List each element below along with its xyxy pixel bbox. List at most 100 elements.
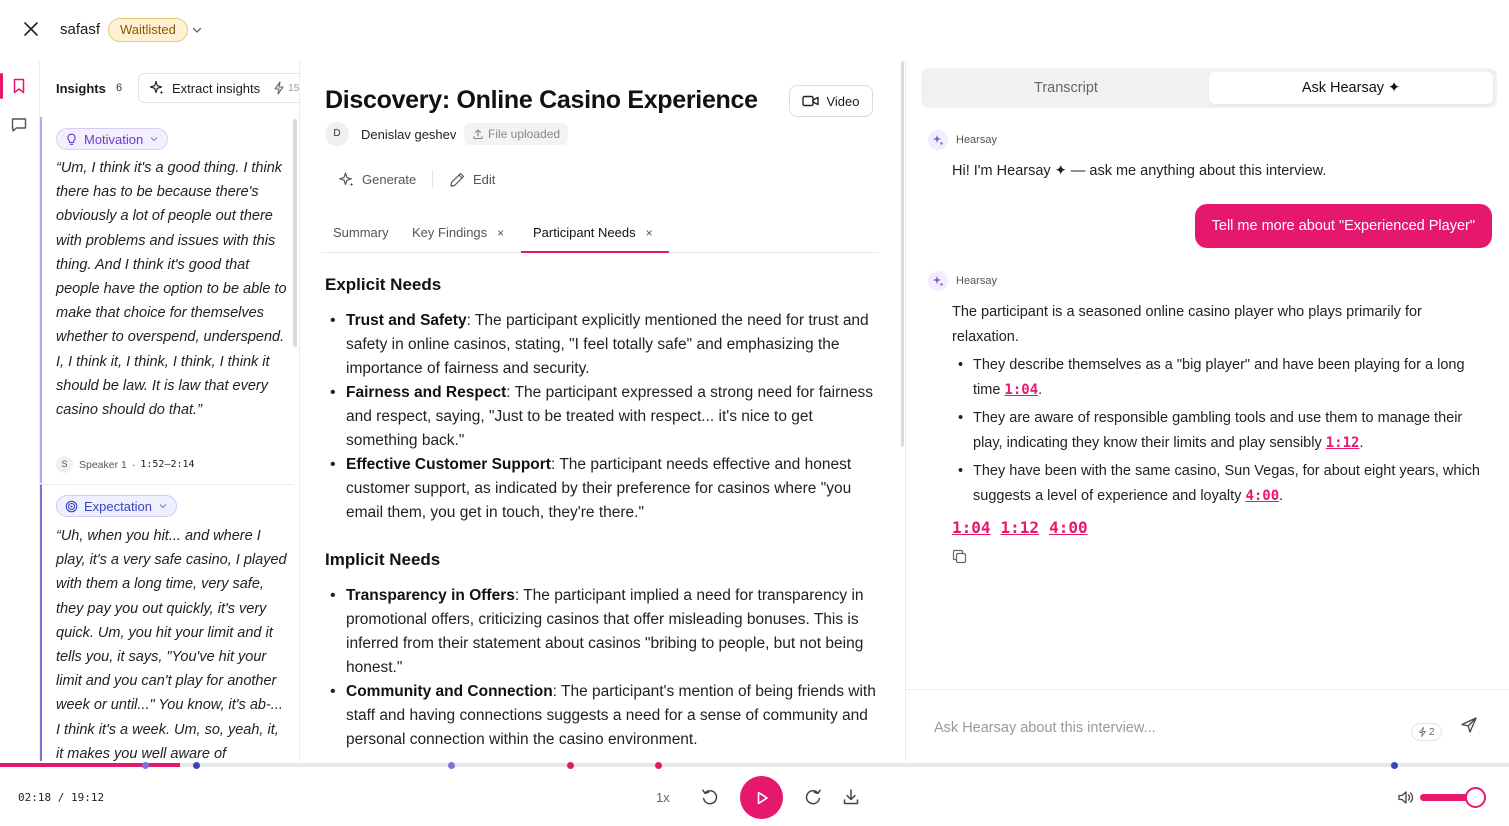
needs-list: Trust and Safety: The participant explic… [325, 309, 877, 525]
timestamp-link[interactable]: 4:00 [1049, 518, 1088, 537]
pencil-icon [450, 172, 465, 187]
top-bar: safasf Waitlisted [0, 0, 1509, 60]
timestamp-link[interactable]: 4:00 [1245, 488, 1279, 504]
extract-insights-button[interactable]: Extract insights 15 [138, 73, 299, 103]
seek-progress[interactable] [0, 763, 180, 767]
close-tab-icon[interactable]: × [497, 217, 504, 249]
list-item: Fairness and Respect: The participant ex… [325, 381, 877, 453]
tab-participant-needs[interactable]: Participant Needs × [521, 217, 669, 253]
need-term: Community and Connection [346, 683, 553, 700]
close-tab-icon[interactable]: × [646, 217, 653, 249]
assistant-segmented-control: Transcript Ask Hearsay ✦ [921, 68, 1497, 108]
seek-track[interactable] [0, 763, 1509, 767]
document-content: Explicit Needs Trust and Safety: The par… [325, 275, 877, 752]
play-button[interactable] [740, 776, 783, 819]
bookmark-icon[interactable] [10, 77, 28, 95]
video-button[interactable]: Video [789, 85, 873, 117]
bot-header: Hearsay [928, 271, 997, 291]
bot-answer: The participant is a seasoned online cas… [952, 300, 1492, 512]
playback-speed-button[interactable]: 1x [656, 790, 670, 805]
timestamp-link[interactable]: 1:12 [1326, 435, 1360, 451]
side-rail [0, 61, 40, 761]
bot-name: Hearsay [956, 134, 997, 146]
upload-icon [473, 129, 483, 140]
panel-resize-handle[interactable] [901, 61, 904, 447]
speaker-row[interactable]: S Speaker 1 · 1:52–2:14 [56, 456, 195, 473]
insights-panel: Insights 6 Extract insights 15 Motivatio… [40, 61, 300, 761]
tab-label: Participant Needs [533, 225, 636, 240]
video-label: Video [826, 93, 860, 109]
timeline-marker[interactable] [1391, 762, 1398, 769]
rail-active-indicator [0, 73, 3, 99]
volume-icon[interactable] [1397, 789, 1414, 806]
motivation-tag[interactable]: Motivation [56, 128, 169, 150]
comment-icon[interactable] [10, 116, 28, 134]
insight-card[interactable]: Expectation “Uh, when you hit... and whe… [40, 484, 294, 761]
timestamp-link[interactable]: 1:04 [952, 518, 991, 537]
tag-label: Motivation [84, 131, 144, 147]
forward-icon[interactable] [803, 787, 823, 807]
timestamp-link[interactable]: 1:12 [1001, 518, 1040, 537]
bot-greeting: Hi! I'm Hearsay ✦ — ask me anything abou… [952, 163, 1327, 179]
expectation-tag[interactable]: Expectation [56, 495, 177, 517]
tab-summary[interactable]: Summary [333, 217, 389, 253]
punctuation: . [1038, 381, 1043, 398]
answer-point: They are aware of responsible gambling t… [973, 410, 1463, 451]
tag-label: Expectation [84, 498, 152, 514]
time-separator: / [51, 791, 71, 804]
sparkle-icon [339, 171, 354, 186]
credits-pill: 2 [1411, 723, 1442, 741]
timeline-marker[interactable] [193, 762, 200, 769]
document-tabs: Summary Key Findings × Participant Needs × [321, 217, 879, 253]
download-icon[interactable] [841, 787, 861, 807]
list-item: Effective Customer Support: The particip… [325, 453, 877, 525]
bolt-icon [274, 81, 284, 95]
target-icon [65, 500, 78, 512]
answer-intro: The participant is a seasoned online cas… [952, 304, 1422, 345]
timeline-marker[interactable] [448, 762, 455, 769]
ask-box: 2 [906, 689, 1509, 761]
tab-key-findings[interactable]: Key Findings × [412, 217, 504, 253]
insight-quote: “Uh, when you hit... and where I play, i… [56, 528, 287, 761]
edit-label: Edit [473, 171, 496, 187]
list-item: They are aware of responsible gambling t… [952, 406, 1492, 455]
sparkle-icon [933, 135, 943, 145]
send-icon[interactable] [1460, 716, 1478, 734]
insights-title: Insights [56, 81, 106, 96]
ask-input[interactable] [934, 716, 1374, 740]
author-avatar: D [325, 122, 349, 146]
need-term: Effective Customer Support [346, 456, 551, 473]
sparkle-icon [933, 276, 943, 286]
duration: 19:12 [71, 791, 105, 804]
quote-time-range[interactable]: 1:52–2:14 [140, 459, 194, 470]
need-term: Fairness and Respect [346, 384, 507, 401]
chevron-down-icon[interactable] [191, 24, 203, 36]
status-badge[interactable]: Waitlisted [108, 18, 188, 42]
copy-icon[interactable] [952, 549, 967, 564]
timestamp-link[interactable]: 1:04 [1004, 382, 1038, 398]
timestamp-row: 1:04 1:12 4:00 [952, 518, 1088, 537]
insight-card[interactable]: Motivation “Um, I think it's a good thin… [40, 117, 294, 483]
bot-name: Hearsay [956, 275, 997, 287]
timeline-marker[interactable] [567, 762, 574, 769]
timeline-marker[interactable] [655, 762, 662, 769]
generate-button[interactable]: Generate [338, 166, 416, 192]
close-icon[interactable] [22, 20, 40, 38]
project-name: safasf [60, 21, 101, 38]
chevron-down-icon [159, 504, 167, 509]
assistant-panel: Transcript Ask Hearsay ✦ Hearsay Hi! I'm… [906, 61, 1509, 761]
bolt-icon [1419, 727, 1426, 737]
edit-button[interactable]: Edit [449, 166, 495, 192]
timeline-marker[interactable] [142, 762, 149, 769]
tab-ask-hearsay[interactable]: Ask Hearsay ✦ [1209, 72, 1493, 104]
need-term: Transparency in Offers [346, 587, 515, 604]
sparkle-icon [149, 80, 164, 95]
rewind-icon[interactable] [700, 787, 720, 807]
tab-transcript[interactable]: Transcript [925, 72, 1207, 104]
volume-handle[interactable] [1465, 787, 1486, 808]
needs-list: Transparency in Offers: The participant … [325, 584, 877, 752]
answer-list: They describe themselves as a "big playe… [952, 353, 1492, 508]
list-item: Community and Connection: The participan… [325, 680, 877, 752]
document-panel: Discovery: Online Casino Experience Vide… [300, 61, 902, 761]
tab-label: Summary [333, 225, 389, 240]
